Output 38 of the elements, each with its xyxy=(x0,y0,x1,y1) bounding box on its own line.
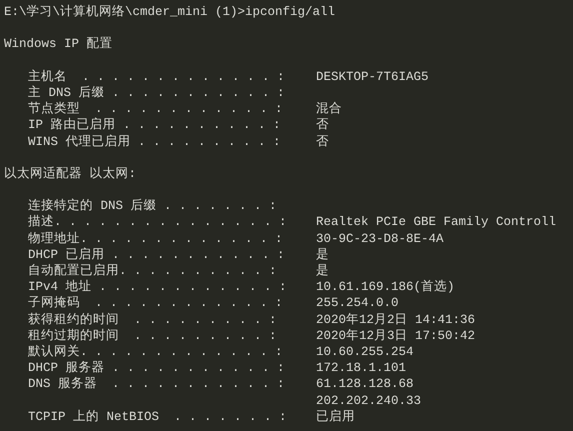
property-value: 是 xyxy=(316,263,329,280)
property-label: DHCP 服务器 . . . . . . . . . . . : xyxy=(28,360,285,376)
property-value: 202.202.240.33 xyxy=(316,392,422,409)
property-label: 自动配置已启用. . . . . . . . . . : xyxy=(28,263,277,280)
property-label: IPv4 地址 . . . . . . . . . . . . : xyxy=(28,279,287,296)
property-value: 10.60.255.254 xyxy=(316,344,414,360)
property-label: DHCP 已启用 . . . . . . . . . . . : xyxy=(28,246,285,264)
property-label: 默认网关. . . . . . . . . . . . . : xyxy=(28,344,283,360)
property-value: 是 xyxy=(316,246,329,264)
property-label: DNS 服务器 . . . . . . . . . . . : xyxy=(28,376,285,393)
property-label: 节点类型 . . . . . . . . . . . . : xyxy=(28,101,283,118)
property-value: 2020年12月2日 14:41:36 xyxy=(316,312,476,328)
property-label: 描述. . . . . . . . . . . . . . . : xyxy=(28,214,287,231)
property-label: 物理地址. . . . . . . . . . . . . : xyxy=(28,230,283,247)
property-label: WINS 代理已启用 . . . . . . . . . : xyxy=(28,134,281,150)
section-heading: 以太网适配器 以太网: xyxy=(4,166,136,182)
property-label: 子网掩码 . . . . . . . . . . . . : xyxy=(28,295,283,312)
property-label: TCPIP 上的 NetBIOS . . . . . . . : xyxy=(28,408,287,425)
property-label: 连接特定的 DNS 后缀 . . . . . . . : xyxy=(28,198,277,214)
property-value: 172.18.1.101 xyxy=(316,360,406,376)
property-label: 租约过期的时间 . . . . . . . . . : xyxy=(28,328,277,344)
property-label: IP 路由已启用 . . . . . . . . . . : xyxy=(28,117,281,134)
property-value: 混合 xyxy=(316,101,342,118)
property-value: 否 xyxy=(316,134,329,150)
property-value: 30-9C-23-D8-8E-4A xyxy=(316,230,444,247)
property-value: Realtek PCIe GBE Family Controll xyxy=(316,214,556,231)
property-value: 61.128.128.68 xyxy=(316,376,414,393)
property-value: 已启用 xyxy=(316,408,355,425)
property-label: 主机名 . . . . . . . . . . . . . : xyxy=(28,68,285,85)
property-value: 255.254.0.0 xyxy=(316,295,399,312)
command-prompt: E:\学习\计算机网络\cmder_mini (1)>ipconfig/all xyxy=(4,4,336,20)
property-label: 获得租约的时间 . . . . . . . . . : xyxy=(28,312,277,328)
property-value: DESKTOP-7T6IAG5 xyxy=(316,68,429,85)
property-label: 主 DNS 后缀 . . . . . . . . . . . : xyxy=(28,84,285,102)
section-heading: Windows IP 配置 xyxy=(4,36,113,53)
property-value: 否 xyxy=(316,117,329,134)
property-value: 10.61.169.186(首选) xyxy=(316,279,455,296)
property-value: 2020年12月3日 17:50:42 xyxy=(316,328,476,344)
